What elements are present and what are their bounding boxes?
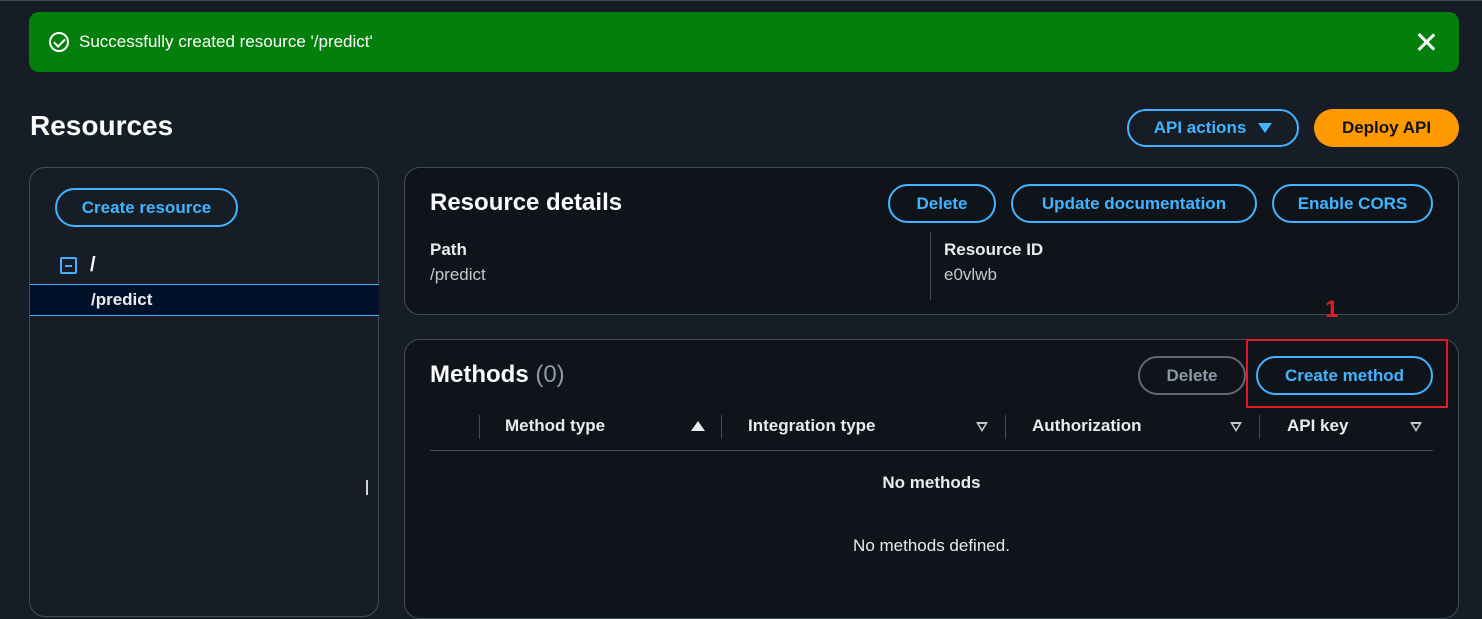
resource-details-title: Resource details — [430, 189, 623, 216]
close-icon[interactable] — [1415, 31, 1437, 53]
empty-state-description: No methods defined. — [853, 536, 1010, 555]
api-actions-button[interactable]: API actions — [1127, 109, 1299, 147]
caret-down-icon — [1258, 123, 1273, 133]
path-value: /predict — [430, 265, 486, 284]
column-header-api-key[interactable]: API key — [1287, 416, 1348, 436]
api-actions-label: API actions — [1153, 118, 1247, 137]
success-flashbar: Successfully created resource '/predict' — [29, 12, 1459, 72]
empty-state-title: No methods — [882, 473, 981, 492]
column-separator — [1005, 415, 1006, 439]
delete-resource-button[interactable]: Delete — [888, 184, 996, 223]
annotation-number: 1 — [1325, 296, 1339, 323]
methods-count: (0) — [535, 361, 565, 388]
methods-title-text: Methods — [430, 361, 529, 388]
create-resource-button[interactable]: Create resource — [55, 188, 238, 227]
column-divider — [930, 232, 931, 300]
column-separator — [479, 415, 480, 439]
page-title: Resources — [30, 110, 174, 141]
flash-message: Successfully created resource '/predict' — [79, 32, 373, 51]
sort-ascending-icon[interactable] — [691, 421, 705, 431]
tree-root-label: / — [90, 254, 96, 276]
resource-tree-panel — [29, 167, 379, 617]
column-separator — [1259, 415, 1260, 439]
delete-method-button[interactable]: Delete — [1138, 356, 1246, 395]
enable-cors-button[interactable]: Enable CORS — [1272, 184, 1433, 223]
top-border — [0, 0, 1482, 1]
methods-title: Methods (0) — [430, 361, 565, 389]
sort-icon[interactable] — [1230, 422, 1242, 432]
column-header-integration-type[interactable]: Integration type — [748, 416, 876, 436]
update-documentation-button[interactable]: Update documentation — [1011, 184, 1257, 223]
sort-icon[interactable] — [1410, 422, 1422, 432]
resource-id-label: Resource ID — [944, 240, 1044, 259]
collapse-icon[interactable] — [60, 257, 77, 274]
resource-id-value: e0vlwb — [944, 265, 997, 284]
path-label: Path — [430, 240, 467, 259]
table-header-divider — [430, 450, 1433, 451]
sort-icon[interactable] — [976, 422, 988, 432]
tree-item-root[interactable]: / — [60, 254, 96, 277]
column-separator — [721, 415, 722, 439]
annotation-highlight-box — [1246, 339, 1448, 408]
column-header-authorization[interactable]: Authorization — [1032, 416, 1142, 436]
deploy-api-button[interactable]: Deploy API — [1314, 109, 1459, 147]
tree-item-predict[interactable]: /predict — [30, 284, 379, 316]
column-header-method-type[interactable]: Method type — [505, 416, 605, 436]
resize-handle[interactable] — [366, 480, 368, 495]
success-check-icon — [49, 32, 69, 52]
